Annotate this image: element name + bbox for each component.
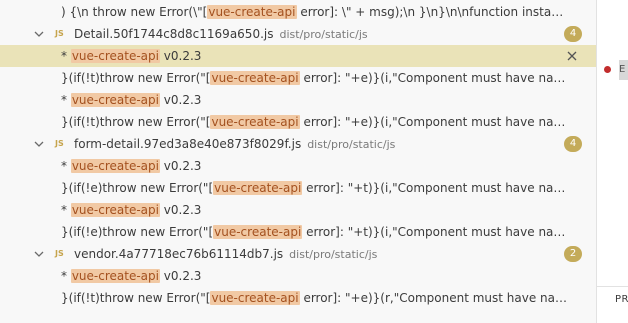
match-count-badge: 4 (564, 26, 582, 42)
file-name: Detail.50f1744c8d8c1169a650.js dist/pro/s… (74, 23, 368, 45)
search-results-tree: ) {\n throw new Error(\"[vue-create-api … (0, 0, 596, 323)
js-file-icon: JS (55, 29, 64, 38)
match-highlight: vue-create-api (70, 93, 160, 107)
match-prefix: }(if(!e)throw new Error("[ (61, 181, 214, 195)
search-result-line[interactable]: }(if(!e)throw new Error("[vue-create-api… (0, 177, 596, 199)
search-result-line[interactable]: }(if(!t)throw new Error("[vue-create-api… (0, 67, 596, 89)
match-prefix: }(if(!t)throw new Error("[ (61, 71, 211, 85)
match-prefix: * (61, 203, 71, 217)
match-highlight: vue-create-api (70, 49, 160, 63)
file-header-form-detail[interactable]: JS form-detail.97ed3a8e40e873f8029f.js di… (0, 133, 596, 155)
editor-gutter-label: E (619, 60, 628, 80)
match-text: * vue-create-api v0.2.3 (61, 89, 570, 111)
match-suffix: v0.2.3 (159, 93, 202, 107)
search-result-line[interactable]: }(if(!e)throw new Error("[vue-create-api… (0, 221, 596, 243)
file-name-text: form-detail.97ed3a8e40e873f8029f.js (74, 137, 302, 151)
error-dot-icon (604, 66, 611, 73)
match-suffix: error]: "+e)}(r,"Component must have nam… (303, 291, 570, 305)
file-header-detail[interactable]: JS Detail.50f1744c8d8c1169a650.js dist/pr… (0, 23, 596, 45)
file-name-text: vendor.4a77718ec76b61114db7.js (74, 247, 284, 261)
match-text: ) {\n throw new Error(\"[vue-create-api … (61, 1, 570, 23)
match-prefix: * (61, 159, 71, 173)
panel-tab-problems[interactable]: PR (615, 294, 628, 305)
match-count-badge: 4 (564, 136, 582, 152)
match-highlight: vue-create-api (210, 115, 300, 129)
chevron-down-icon[interactable] (34, 29, 44, 39)
match-highlight: vue-create-api (207, 5, 297, 19)
match-prefix: }(if(!e)throw new Error("[ (61, 225, 214, 239)
match-text: * vue-create-api v0.2.3 (61, 155, 570, 177)
search-view: ) {\n throw new Error(\"[vue-create-api … (0, 0, 628, 323)
match-text: }(if(!e)throw new Error("[vue-create-api… (61, 177, 570, 199)
match-prefix: * (61, 49, 71, 63)
match-count-badge: 2 (564, 246, 582, 262)
search-result-line[interactable]: ) {\n throw new Error(\"[vue-create-api … (0, 1, 596, 23)
match-highlight: vue-create-api (210, 291, 300, 305)
match-prefix: * (61, 93, 71, 107)
match-prefix: * (61, 269, 71, 283)
search-result-line[interactable]: }(if(!t)throw new Error("[vue-create-api… (0, 287, 596, 309)
file-path: dist/pro/static/js (289, 248, 378, 261)
match-prefix: }(if(!t)throw new Error("[ (61, 291, 211, 305)
search-result-line[interactable]: }(if(!t)throw new Error("[vue-create-api… (0, 111, 596, 133)
match-suffix: v0.2.3 (159, 269, 202, 283)
match-highlight: vue-create-api (210, 71, 300, 85)
file-header-vendor[interactable]: JS vendor.4a77718ec76b61114db7.js dist/pr… (0, 243, 596, 265)
match-highlight: vue-create-api (213, 225, 303, 239)
match-text: }(if(!t)throw new Error("[vue-create-api… (61, 287, 570, 309)
match-text: }(if(!e)throw new Error("[vue-create-api… (61, 221, 570, 243)
js-file-icon: JS (55, 139, 64, 148)
panel-divider (597, 286, 628, 287)
js-file-icon: JS (55, 249, 64, 258)
match-suffix: v0.2.3 (159, 203, 202, 217)
match-text: * vue-create-api v0.2.3 (61, 199, 570, 221)
search-result-line-selected[interactable]: * vue-create-api v0.2.3 (0, 45, 596, 67)
match-suffix: error]: "+t)}(i,"Component must have nam… (306, 181, 570, 195)
match-highlight: vue-create-api (70, 159, 160, 173)
match-text: * vue-create-api v0.2.3 (61, 45, 570, 67)
match-highlight: vue-create-api (213, 181, 303, 195)
search-result-line[interactable]: * vue-create-api v0.2.3 (0, 199, 596, 221)
match-suffix: error]: "+e)}(i,"Component must have nam… (299, 115, 570, 129)
file-name-text: Detail.50f1744c8d8c1169a650.js (74, 27, 274, 41)
match-suffix: error]: \" + msg);\n }\n}\n\nfunction in… (296, 5, 570, 19)
match-suffix: error]: "+e)}(i,"Component must have nam… (299, 71, 570, 85)
file-path: dist/pro/static/js (279, 28, 368, 41)
match-suffix: v0.2.3 (159, 49, 202, 63)
file-name: form-detail.97ed3a8e40e873f8029f.js dist/… (74, 133, 395, 155)
chevron-down-icon[interactable] (34, 249, 44, 259)
file-name: vendor.4a77718ec76b61114db7.js dist/pro/s… (74, 243, 377, 265)
close-icon[interactable] (565, 49, 579, 63)
file-path: dist/pro/static/js (307, 138, 396, 151)
match-highlight: vue-create-api (70, 269, 160, 283)
match-suffix: error]: "+t)}(i,"Component must have nam… (306, 225, 570, 239)
search-result-line[interactable]: * vue-create-api v0.2.3 (0, 89, 596, 111)
editor-pane: E PR (597, 0, 628, 323)
match-prefix: }(if(!t)throw new Error("[ (61, 115, 211, 129)
match-text: * vue-create-api v0.2.3 (61, 265, 570, 287)
match-suffix: v0.2.3 (159, 159, 202, 173)
match-prefix: ) {\n throw new Error(\"[ (61, 5, 208, 19)
match-text: }(if(!t)throw new Error("[vue-create-api… (61, 67, 570, 89)
search-result-line[interactable]: * vue-create-api v0.2.3 (0, 265, 596, 287)
chevron-down-icon[interactable] (34, 139, 44, 149)
match-text: }(if(!t)throw new Error("[vue-create-api… (61, 111, 570, 133)
match-highlight: vue-create-api (70, 203, 160, 217)
search-result-line[interactable]: * vue-create-api v0.2.3 (0, 155, 596, 177)
